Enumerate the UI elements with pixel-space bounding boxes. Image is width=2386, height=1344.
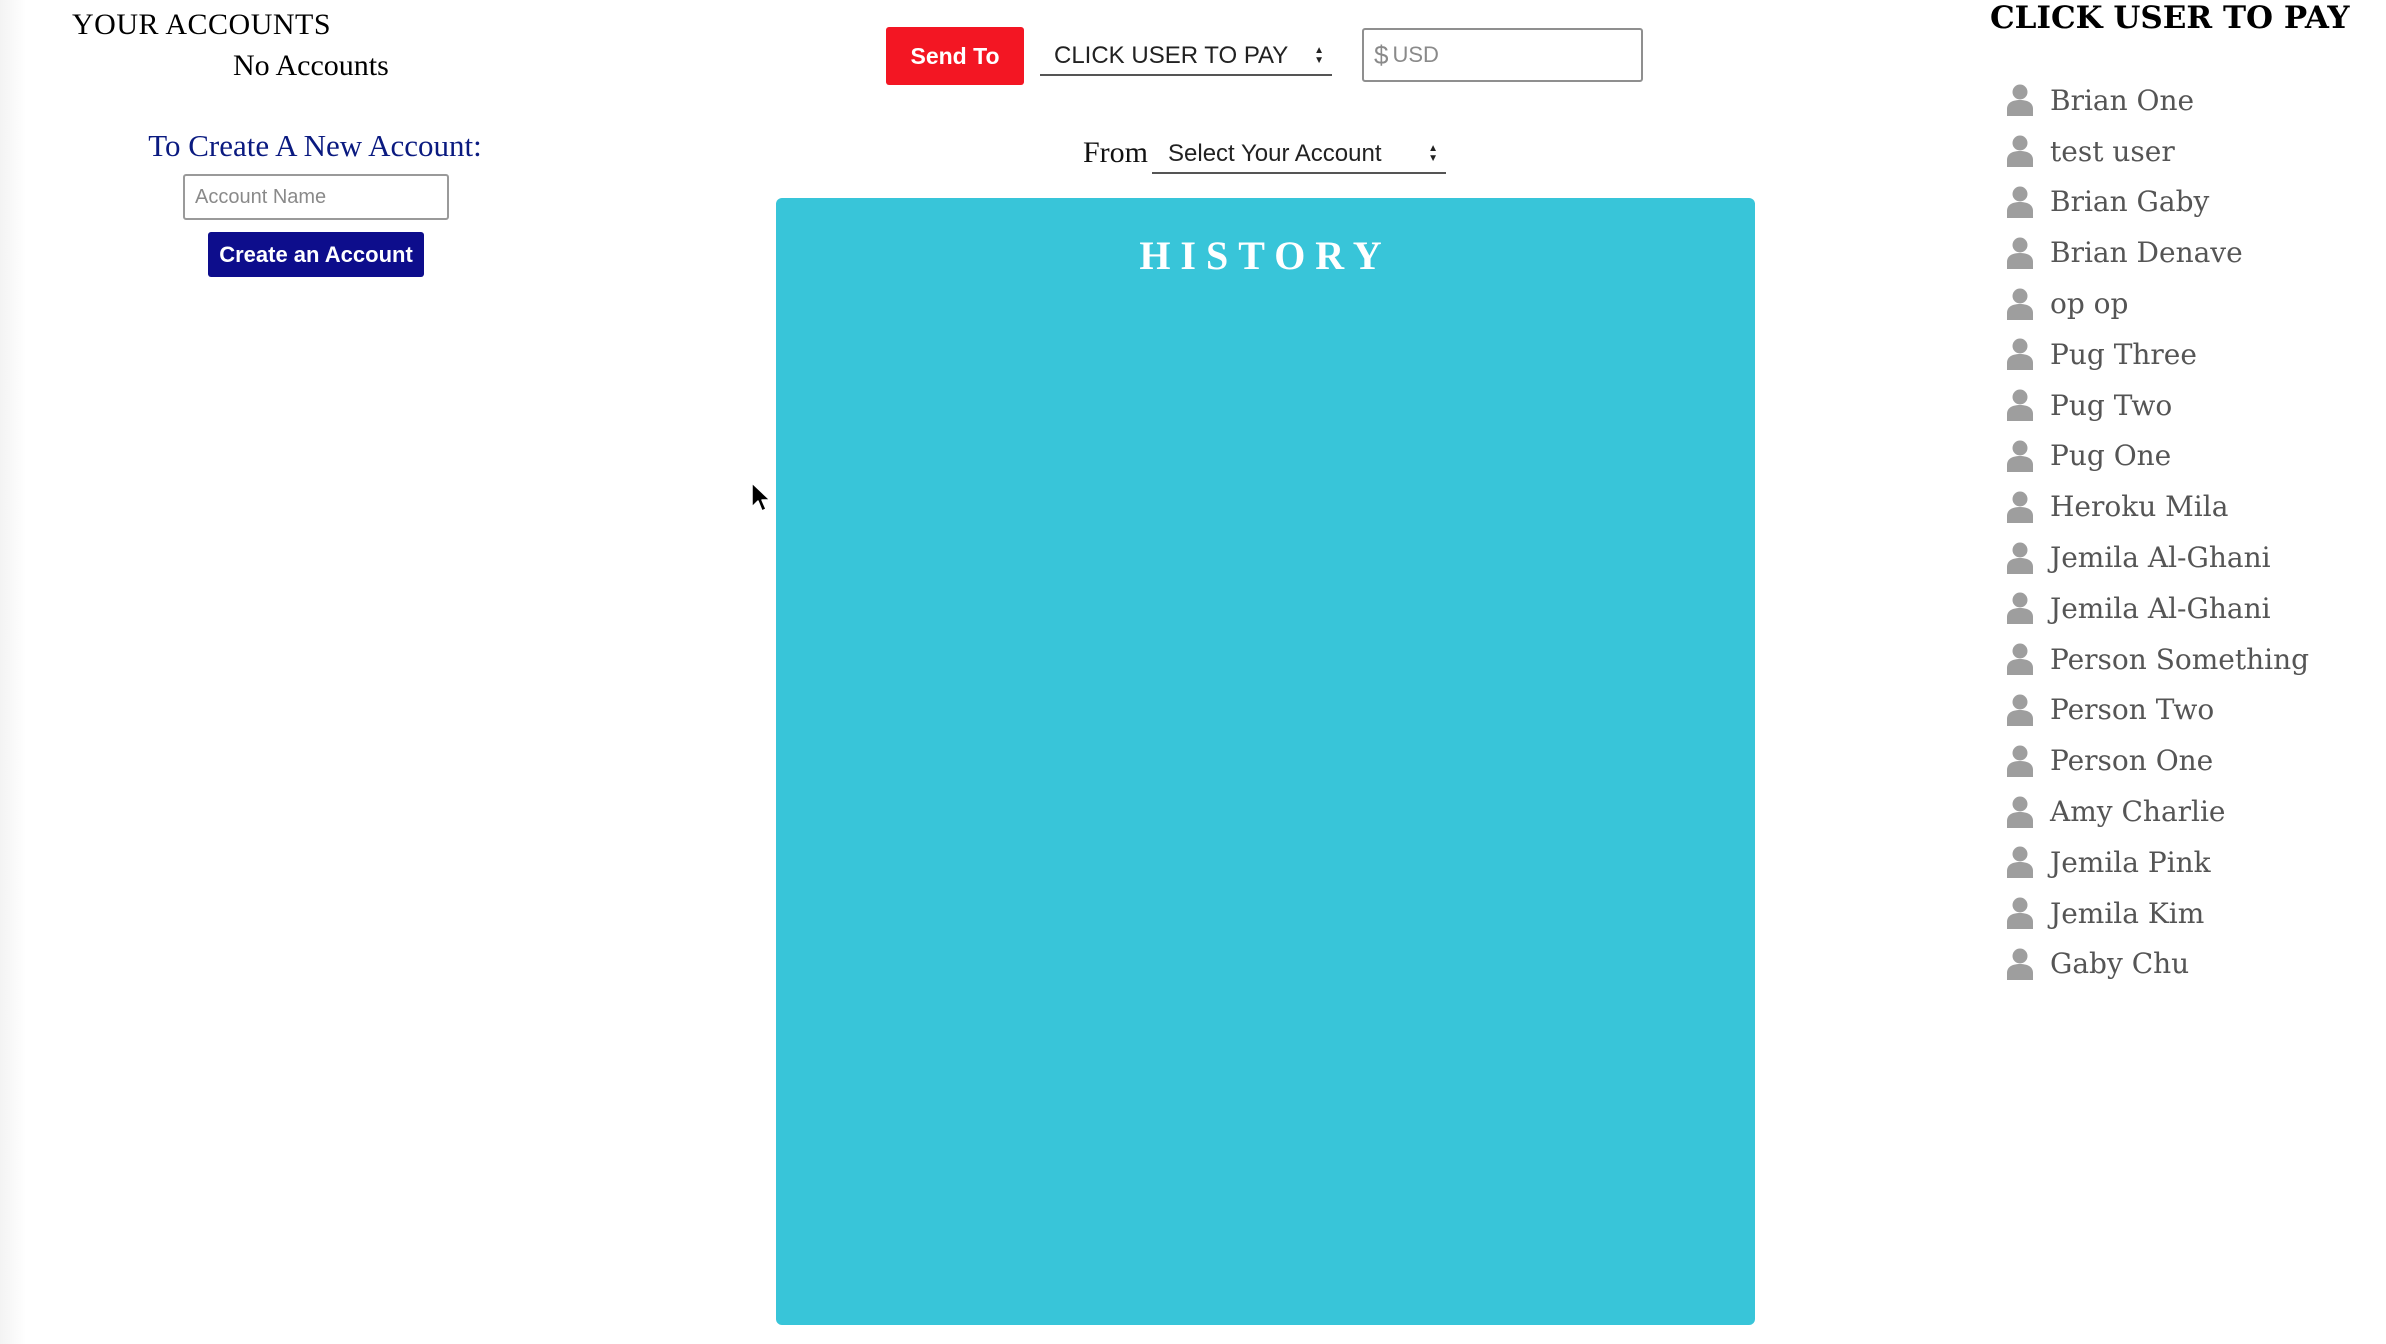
user-list-item[interactable]: Person One [2006, 735, 2309, 786]
user-list-item[interactable]: Heroku Mila [2006, 481, 2309, 532]
user-name: op op [2050, 287, 2129, 321]
user-name: Jemila Kim [2050, 896, 2205, 930]
user-icon [2007, 948, 2033, 980]
account-select[interactable]: Select Your Account ▲ ▼ [1152, 136, 1446, 174]
account-select-value: Select Your Account [1168, 140, 1382, 167]
user-list-item[interactable]: Person Something [2006, 634, 2309, 685]
user-icon [2007, 643, 2033, 676]
user-select-value: CLICK USER TO PAY [1054, 42, 1289, 69]
user-list: Brian One test user Brian Gaby Brian Den… [2006, 75, 2309, 989]
user-list-item[interactable]: Amy Charlie [2006, 786, 2309, 837]
your-accounts-title: YOUR ACCOUNTS [72, 8, 332, 41]
user-name: Jemila Al-Ghani [2050, 541, 2271, 575]
user-icon [2007, 84, 2033, 117]
history-panel: HISTORY [776, 198, 1755, 1325]
user-name: Pug One [2050, 439, 2172, 473]
user-icon [2007, 389, 2033, 422]
history-title: HISTORY [1139, 233, 1392, 278]
dollar-sign: $ [1374, 39, 1389, 70]
user-name: Heroku Mila [2050, 490, 2229, 524]
user-icon [2007, 846, 2033, 879]
user-icon [2007, 237, 2033, 269]
create-account-heading: To Create A New Account: [148, 128, 482, 163]
from-label: From [1083, 136, 1149, 169]
user-icon [2007, 897, 2033, 930]
account-name-input[interactable] [183, 174, 449, 220]
user-list-item[interactable]: Jemila Al-Ghani [2006, 583, 2309, 634]
user-list-item[interactable]: Brian Gaby [2006, 177, 2309, 228]
user-icon [2007, 745, 2033, 777]
no-accounts-text: No Accounts [233, 49, 389, 82]
user-icon [2007, 440, 2033, 472]
user-icon [2007, 288, 2033, 320]
user-list-item[interactable]: Pug One [2006, 431, 2309, 482]
user-list-item[interactable]: Jemila Kim [2006, 888, 2309, 939]
user-list-item[interactable]: Jemila Pink [2006, 837, 2309, 888]
user-name: Brian One [2050, 83, 2195, 117]
user-name: Person One [2050, 744, 2214, 778]
user-name: Jemila Al-Ghani [2050, 591, 2271, 625]
user-list-item[interactable]: test user [2006, 126, 2309, 177]
user-icon [2007, 796, 2033, 828]
user-select[interactable]: CLICK USER TO PAY ▲ ▼ [1040, 38, 1332, 76]
click-user-to-pay-title: CLICK USER TO PAY [1990, 0, 2350, 36]
user-name: Pug Two [2050, 388, 2173, 422]
amount-input[interactable] [1390, 41, 1615, 69]
send-to-button[interactable]: Send To [886, 27, 1024, 85]
user-list-item[interactable]: Jemila Al-Ghani [2006, 532, 2309, 583]
user-icon [2007, 694, 2033, 726]
cursor-arrow-icon [751, 482, 771, 512]
up-down-arrows-icon: ▲ ▼ [1314, 45, 1324, 66]
create-account-button[interactable]: Create an Account [208, 232, 424, 277]
up-down-arrows-icon: ▲ ▼ [1428, 143, 1438, 164]
user-name: Brian Denave [2050, 236, 2243, 270]
user-list-item[interactable]: Person Two [2006, 685, 2309, 736]
user-icon [2007, 491, 2033, 523]
user-list-item[interactable]: Gaby Chu [2006, 939, 2309, 990]
user-name: Amy Charlie [2050, 795, 2226, 829]
page: YOUR ACCOUNTS No Accounts To Create A Ne… [0, 0, 2386, 1344]
user-icon [2007, 186, 2033, 218]
user-list-item[interactable]: Pug Two [2006, 380, 2309, 431]
user-name: Person Two [2050, 693, 2215, 727]
amount-field[interactable]: $ [1362, 28, 1643, 82]
user-icon [2007, 592, 2033, 625]
user-list-item[interactable]: Pug Three [2006, 329, 2309, 380]
user-name: Brian Gaby [2050, 185, 2210, 219]
user-icon [2007, 542, 2033, 574]
user-name: Gaby Chu [2050, 947, 2190, 981]
user-list-item[interactable]: op op [2006, 278, 2309, 329]
user-name: Person Something [2050, 642, 2310, 676]
user-icon [2007, 338, 2033, 371]
user-icon [2007, 135, 2033, 168]
user-name: test user [2050, 134, 2175, 168]
user-name: Pug Three [2050, 337, 2197, 371]
user-list-item[interactable]: Brian One [2006, 75, 2309, 126]
user-list-item[interactable]: Brian Denave [2006, 227, 2309, 278]
user-name: Jemila Pink [2050, 845, 2211, 879]
